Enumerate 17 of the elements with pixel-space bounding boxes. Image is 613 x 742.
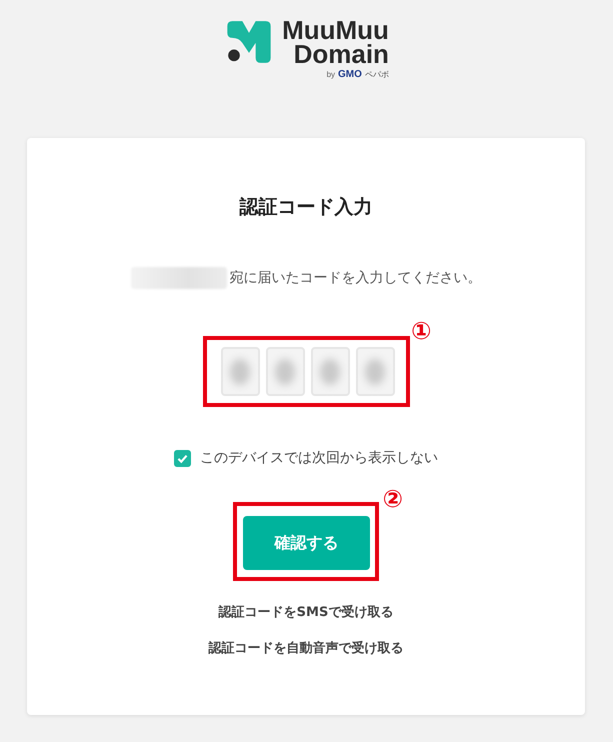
brand-text: GMO <box>338 69 362 80</box>
byline-text: by <box>326 70 336 79</box>
text-link[interactable]: 認証コードを自動音声で受け取る <box>208 639 404 657</box>
logo-wordmark: MuuMuu <box>282 18 389 42</box>
code-input-field[interactable] <box>220 347 260 396</box>
annotation-number: ② <box>382 486 403 512</box>
checkbox[interactable] <box>174 450 191 466</box>
card-title: 認証コード入力 <box>240 195 372 220</box>
annotation-number: ① <box>411 318 432 344</box>
logo-wordmark: Domain <box>294 42 389 66</box>
brand-text: ペパボ <box>364 69 389 80</box>
code-input-field[interactable] <box>356 347 394 396</box>
instruction-text: 宛に届いたコードを入力してください。 <box>230 269 482 287</box>
text-link[interactable]: 認証コードをSMSで受け取る <box>218 603 394 621</box>
code-input-field[interactable] <box>266 347 304 396</box>
checkbox-label: このデバイスでは次回から表示しない <box>200 449 438 467</box>
code-input-field[interactable] <box>310 347 350 396</box>
